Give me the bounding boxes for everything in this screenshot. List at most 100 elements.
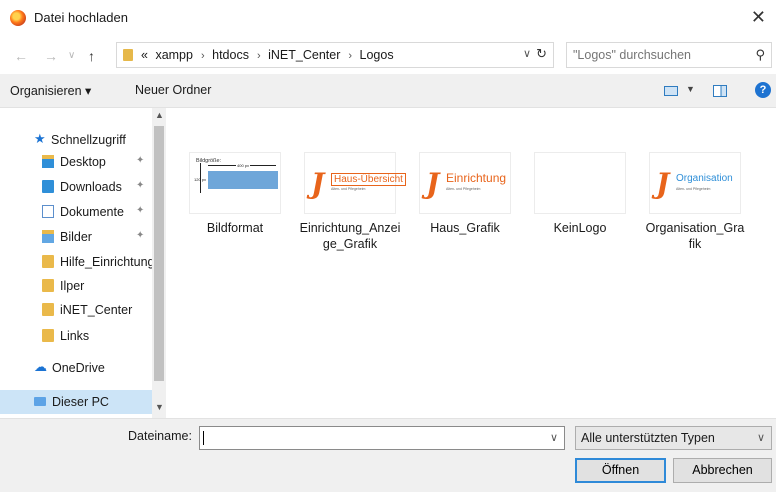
filename-label: Dateiname:: [128, 429, 192, 443]
view-options-icon[interactable]: [664, 86, 678, 96]
sidebar-scrollbar[interactable]: ▲ ▼: [152, 108, 166, 418]
navigation-pane: ★ Schnellzugriff Desktop ✦ Downloads ✦ D…: [0, 108, 166, 418]
file-thumbnail: [534, 152, 626, 214]
recent-locations-chevron-icon[interactable]: ∨: [68, 50, 75, 61]
open-button[interactable]: Öffnen: [575, 458, 666, 483]
sidebar-item-downloads[interactable]: Downloads ✦: [0, 175, 152, 199]
search-input[interactable]: [573, 44, 743, 66]
breadcrumb-item[interactable]: Logos: [360, 48, 394, 62]
chevron-down-icon[interactable]: ∨: [757, 431, 765, 444]
sidebar-item-label: Dieser PC: [52, 395, 109, 409]
file-list: Bildgröße: 400 px 120 px Bildformat J Ha…: [166, 108, 776, 418]
sidebar-item-links[interactable]: Links: [0, 324, 152, 348]
sidebar-item-label: Schnellzugriff: [51, 133, 126, 147]
breadcrumb-overflow[interactable]: «: [141, 48, 148, 62]
logo-graphic: J Organisation Alten- und Pflegeheim: [650, 165, 742, 205]
search-icon[interactable]: ⚲: [755, 47, 765, 63]
star-icon: ★: [34, 131, 46, 146]
sidebar-item-this-pc[interactable]: Dieser PC: [0, 390, 152, 414]
window-title: Datei hochladen: [34, 10, 128, 25]
sidebar-item-label: Links: [60, 329, 90, 343]
scrollbar-thumb[interactable]: [154, 126, 164, 381]
logo-text: Einrichtung: [446, 171, 507, 185]
sidebar-item-ilper[interactable]: Ilper: [0, 274, 152, 298]
documents-icon: [42, 205, 54, 218]
folder-icon: [42, 255, 54, 268]
address-box[interactable]: « xampp › htdocs › iNET_Center › Logos ∨ ↻: [116, 42, 554, 68]
breadcrumb-item[interactable]: xampp: [155, 48, 193, 62]
breadcrumb: « xampp › htdocs › iNET_Center › Logos: [141, 48, 398, 62]
logo-text: Haus-Übersicht: [331, 173, 406, 186]
forward-arrow-icon[interactable]: →: [44, 48, 58, 64]
sidebar-item-desktop[interactable]: Desktop ✦: [0, 150, 152, 174]
logo-mark-icon: J: [426, 167, 440, 200]
help-icon[interactable]: ?: [755, 82, 771, 98]
logo-subtext: Alten- und Pflegeheim: [446, 187, 481, 191]
cloud-icon: ☁: [34, 359, 47, 374]
breadcrumb-separator[interactable]: ›: [201, 50, 205, 62]
folder-icon: [42, 279, 54, 292]
file-name: Organisation_Grafik: [645, 221, 745, 251]
filename-input[interactable]: [203, 428, 543, 448]
folder-icon: [42, 303, 54, 316]
chevron-down-icon[interactable]: ▼: [686, 84, 695, 94]
logo-mark-icon: J: [656, 167, 670, 200]
search-box[interactable]: ⚲: [566, 42, 772, 68]
sidebar-item-label: Downloads: [60, 180, 122, 194]
sidebar-item-label: Hilfe_Einrichtung: [60, 255, 152, 269]
filename-field[interactable]: ∨: [199, 426, 565, 450]
close-button[interactable]: ✕: [751, 7, 766, 28]
file-name: KeinLogo: [553, 221, 607, 235]
address-bar-row: ← → ∨ ↑ « xampp › htdocs › iNET_Center › Lo…: [0, 36, 776, 74]
file-item-haus-grafik[interactable]: J Einrichtung Alten- und Pflegeheim Haus…: [410, 152, 520, 236]
title-bar: Datei hochladen ✕: [0, 0, 776, 36]
file-thumbnail: Bildgröße: 400 px 120 px: [189, 152, 281, 214]
sidebar-item-label: OneDrive: [52, 361, 105, 375]
text-caret: [203, 431, 204, 445]
scroll-down-icon[interactable]: ▼: [155, 402, 164, 412]
refresh-icon[interactable]: ↻: [536, 46, 547, 62]
file-item-einrichtung-anzeige-grafik[interactable]: J Haus-Übersicht Alten- und Pflegeheim E…: [295, 152, 406, 252]
sidebar-item-pictures[interactable]: Bilder ✦: [0, 225, 152, 249]
file-type-select[interactable]: Alle unterstützten Typen ∨: [575, 426, 772, 450]
sidebar-item-hilfe-einrichtung[interactable]: Hilfe_Einrichtung: [0, 250, 152, 274]
command-bar: Organisieren ▾ Neuer Ordner ▼ ?: [0, 74, 776, 108]
file-item-organisation-grafik[interactable]: J Organisation Alten- und Pflegeheim Org…: [640, 152, 750, 252]
preview-pane-icon[interactable]: [713, 85, 727, 97]
file-item-bildformat[interactable]: Bildgröße: 400 px 120 px Bildformat: [180, 152, 290, 236]
chevron-down-icon[interactable]: ∨: [523, 47, 531, 60]
file-name: Haus_Grafik: [430, 221, 500, 235]
breadcrumb-item[interactable]: htdocs: [212, 48, 249, 62]
pin-icon: ✦: [136, 205, 145, 216]
breadcrumb-separator[interactable]: ›: [348, 50, 352, 62]
thumbnail-text: 400 px: [236, 163, 251, 168]
sidebar-item-label: Ilper: [60, 279, 85, 293]
new-folder-button[interactable]: Neuer Ordner: [135, 83, 211, 97]
sidebar-item-quick-access[interactable]: ★ Schnellzugriff: [0, 128, 152, 152]
logo-graphic: J Einrichtung Alten- und Pflegeheim: [420, 165, 512, 205]
breadcrumb-separator[interactable]: ›: [257, 50, 261, 62]
sidebar-item-onedrive[interactable]: ☁ OneDrive: [0, 356, 152, 380]
pin-icon: ✦: [136, 230, 145, 241]
scroll-up-icon[interactable]: ▲: [155, 110, 164, 120]
computer-icon: [34, 397, 46, 406]
organize-menu-button[interactable]: Organisieren ▾: [10, 83, 91, 98]
cancel-button[interactable]: Abbrechen: [673, 458, 772, 483]
folder-icon: [123, 49, 133, 61]
download-icon: [42, 180, 54, 193]
file-name: Bildformat: [206, 221, 264, 235]
breadcrumb-item[interactable]: iNET_Center: [268, 48, 340, 62]
up-arrow-icon[interactable]: ↑: [88, 48, 95, 64]
chevron-down-icon[interactable]: ∨: [550, 431, 558, 444]
pictures-icon: [42, 230, 54, 243]
logo-text: Organisation: [676, 173, 733, 184]
desktop-icon: [42, 155, 54, 168]
sidebar-item-inet-center[interactable]: iNET_Center: [0, 298, 152, 322]
file-item-keinlogo[interactable]: KeinLogo: [525, 152, 635, 236]
firefox-icon: [10, 10, 26, 26]
sidebar-item-label: Bilder: [60, 230, 92, 244]
sidebar-item-documents[interactable]: Dokumente ✦: [0, 200, 152, 224]
file-name: Einrichtung_Anzeige_Grafik: [299, 221, 401, 251]
back-arrow-icon[interactable]: ←: [14, 48, 28, 64]
logo-mark-icon: J: [311, 167, 325, 200]
